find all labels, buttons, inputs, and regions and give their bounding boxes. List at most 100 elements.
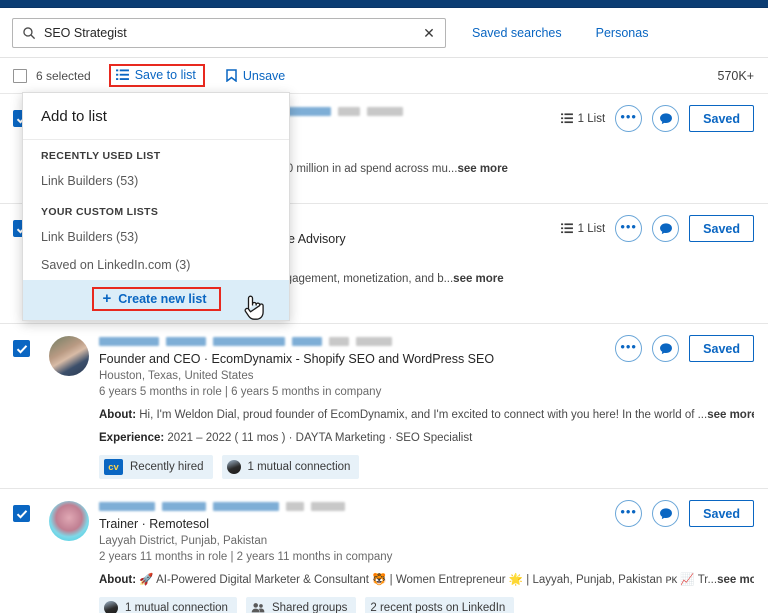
row-checkbox[interactable] [13, 505, 30, 522]
create-new-list-label: Create new list [118, 292, 206, 306]
message-icon [659, 112, 673, 126]
row-tenure: 6 years 5 months in role | 6 years 5 mon… [99, 384, 754, 400]
group-icon [251, 601, 265, 613]
cv-icon: cv [104, 459, 123, 475]
more-options-button[interactable]: ••• [615, 105, 642, 132]
experience-label: Experience: [99, 432, 164, 444]
dropdown-section-custom: YOUR CUSTOM LISTS [23, 196, 289, 224]
list-chip-label: 1 List [578, 223, 606, 235]
row-select-cell [13, 499, 49, 599]
avatar [49, 336, 89, 376]
badge-label: Recently hired [130, 461, 204, 473]
application-window: SEO Strategist ✕ Saved searches Personas… [0, 0, 768, 613]
row-about: About: Hi, I'm Weldon Dial, proud founde… [99, 407, 754, 423]
more-options-button[interactable]: ••• [615, 215, 642, 242]
bookmark-icon [226, 69, 237, 82]
table-row[interactable]: Founder and CEO · EcomDynamix - Shopify … [0, 324, 768, 489]
row-badges: 1 mutual connection Shared groups 2 rece… [99, 597, 754, 613]
message-button[interactable] [652, 105, 679, 132]
badge-mutual-connection[interactable]: 1 mutual connection [222, 455, 360, 479]
top-links: Saved searches Personas [472, 26, 648, 40]
window-title-bar [0, 0, 768, 8]
row-location: Houston, Texas, United States [99, 368, 754, 384]
see-more-link[interactable]: see more [717, 574, 754, 586]
selected-count-label: 6 selected [36, 69, 91, 83]
avatar-cell [49, 334, 99, 478]
see-more-link[interactable]: see more [457, 163, 508, 175]
message-icon [659, 507, 673, 521]
row-actions: 1 List ••• Saved [561, 215, 754, 242]
badge-recent-posts[interactable]: 2 recent posts on LinkedIn [365, 597, 514, 613]
see-more-link[interactable]: see more [453, 273, 504, 285]
about-label: About: [99, 574, 136, 586]
search-query-text: SEO Strategist [44, 26, 413, 40]
selection-action-bar: 6 selected Save to list Unsave 570K+ [0, 58, 768, 94]
about-label: About: [99, 409, 136, 421]
saved-button[interactable]: Saved [689, 105, 754, 132]
personas-link[interactable]: Personas [596, 26, 649, 40]
row-checkbox[interactable] [13, 340, 30, 357]
plus-icon: + [103, 291, 112, 306]
badge-label: 1 mutual connection [125, 602, 228, 613]
result-count-label: 570K+ [718, 69, 755, 83]
avatar [227, 460, 241, 474]
badge-mutual-connection[interactable]: 1 mutual connection [99, 597, 237, 613]
badge-label: 2 recent posts on LinkedIn [370, 602, 505, 613]
row-actions: ••• Saved [615, 335, 754, 362]
avatar [104, 601, 118, 613]
row-experience: Experience: 2021 – 2022 ( 11 mos ) · DAY… [99, 430, 754, 446]
search-input[interactable]: SEO Strategist ✕ [12, 18, 446, 48]
row-about: About: 🚀 AI-Powered Digital Marketer & C… [99, 572, 754, 588]
add-to-list-dropdown: Add to list RECENTLY USED LIST Link Buil… [22, 92, 290, 321]
row-badges: cv Recently hired 1 mutual connection [99, 455, 754, 479]
select-all-checkbox[interactable] [13, 69, 27, 83]
unsave-label: Unsave [243, 69, 285, 83]
row-actions: ••• Saved [615, 500, 754, 527]
table-row[interactable]: Trainer · Remotesol Layyah District, Pun… [0, 489, 768, 609]
list-chip[interactable]: 1 List [561, 223, 606, 235]
save-to-list-label: Save to list [135, 68, 196, 82]
dropdown-item-link-builders[interactable]: Link Builders (53) [23, 224, 289, 252]
badge-shared-groups[interactable]: Shared groups [246, 597, 356, 613]
list-icon [561, 113, 573, 124]
search-bar-row: SEO Strategist ✕ Saved searches Personas [0, 8, 768, 58]
saved-searches-link[interactable]: Saved searches [472, 26, 562, 40]
experience-text: 2021 – 2022 ( 11 mos ) · DAYTA Marketing… [164, 432, 472, 444]
clear-search-icon[interactable]: ✕ [421, 26, 437, 40]
unsave-button[interactable]: Unsave [226, 69, 285, 83]
row-select-cell [13, 334, 49, 478]
row-location: Layyah District, Punjab, Pakistan [99, 533, 754, 549]
list-icon [116, 69, 129, 81]
more-options-button[interactable]: ••• [615, 500, 642, 527]
row-about-text: 🚀 AI-Powered Digital Marketer & Consulta… [136, 574, 717, 586]
message-icon [659, 342, 673, 356]
saved-button[interactable]: Saved [689, 335, 754, 362]
list-chip-label: 1 List [578, 113, 606, 125]
row-tenure: 2 years 11 months in role | 2 years 11 m… [99, 549, 754, 565]
row-about-text: Hi, I'm Weldon Dial, proud founder of Ec… [136, 409, 707, 421]
message-button[interactable] [652, 215, 679, 242]
see-more-link[interactable]: see more [707, 409, 754, 421]
row-actions: 1 List ••• Saved [561, 105, 754, 132]
saved-button[interactable]: Saved [689, 215, 754, 242]
dropdown-section-recent: RECENTLY USED LIST [23, 140, 289, 168]
mouse-cursor-pointer-icon [241, 294, 267, 324]
badge-recently-hired[interactable]: cv Recently hired [99, 455, 213, 479]
more-options-button[interactable]: ••• [615, 335, 642, 362]
dropdown-item-link-builders-recent[interactable]: Link Builders (53) [23, 168, 289, 196]
dropdown-item-saved-on-linkedin[interactable]: Saved on LinkedIn.com (3) [23, 252, 289, 280]
message-button[interactable] [652, 335, 679, 362]
saved-button[interactable]: Saved [689, 500, 754, 527]
badge-label: 1 mutual connection [248, 461, 351, 473]
list-chip[interactable]: 1 List [561, 113, 606, 125]
message-button[interactable] [652, 500, 679, 527]
list-icon [561, 223, 573, 234]
search-icon [22, 26, 36, 40]
create-new-list-button[interactable]: + Create new list [92, 287, 221, 311]
avatar [49, 501, 89, 541]
save-to-list-button[interactable]: Save to list [109, 64, 205, 87]
dropdown-title: Add to list [23, 93, 289, 140]
message-icon [659, 222, 673, 236]
badge-label: Shared groups [272, 602, 347, 613]
avatar-cell [49, 499, 99, 599]
